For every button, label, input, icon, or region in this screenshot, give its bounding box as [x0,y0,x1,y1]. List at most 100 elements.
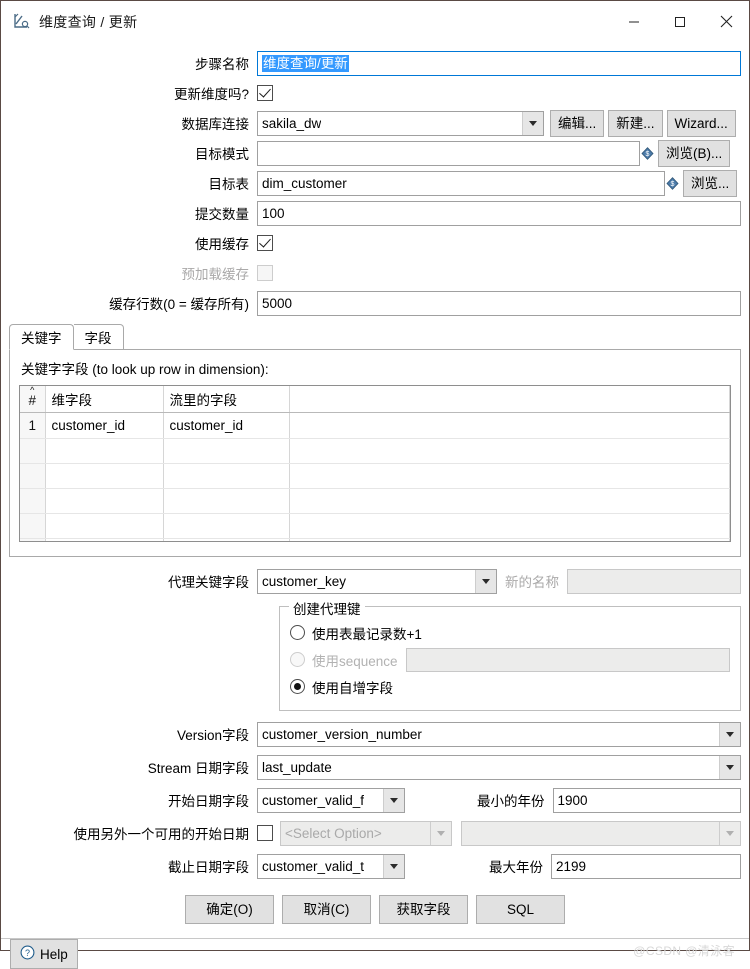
table-row-empty[interactable] [20,488,730,513]
alt-start-date-dropdown: <Select Option> [280,821,452,846]
cell-stream-field[interactable]: customer_id [163,412,289,438]
new-name-label: 新的名称 [497,571,567,591]
chevron-down-icon [383,789,404,812]
surrogate-key-value: customer_key [262,574,346,589]
min-year-label: 最小的年份 [405,790,553,810]
column-header-stream-field[interactable]: 流里的字段 [163,386,289,412]
chevron-down-icon [522,112,543,135]
radio-row-auto-increment[interactable]: 使用自增字段 [290,673,730,700]
tab-fields[interactable]: 字段 [74,324,124,350]
create-surrogate-key-title: 创建代理键 [289,598,365,618]
stream-date-label: Stream 日期字段 [9,757,257,777]
svg-text:$: $ [646,151,650,158]
max-year-input[interactable] [551,854,741,879]
new-connection-button[interactable]: 新建... [608,110,662,137]
tab-panel-keys: 关键字字段 (to look up row in dimension): ^ #… [9,349,741,557]
chevron-down-icon [430,822,451,845]
version-field-row: Version字段 customer_version_number [9,719,741,749]
connection-row: 数据库连接 sakila_dw 编辑... 新建... Wizard... [9,108,741,138]
chevron-down-icon [383,855,404,878]
browse-table-button[interactable]: 浏览... [683,170,737,197]
tab-strip: 关键字 字段 [9,324,741,350]
update-dimension-row: 更新维度吗? [9,78,741,108]
date-from-value: customer_valid_f [262,793,364,808]
surrogate-key-dropdown[interactable]: customer_key [257,569,497,594]
radio-auto-increment-label: 使用自增字段 [312,677,393,697]
preload-cache-checkbox [257,265,273,281]
version-field-value: customer_version_number [262,727,422,742]
table-row-empty[interactable] [20,438,730,463]
update-dimension-checkbox[interactable] [257,85,273,101]
close-button[interactable] [703,1,749,43]
new-name-input [567,569,741,594]
update-dimension-label: 更新维度吗? [9,83,257,103]
commit-size-input[interactable] [257,201,741,226]
ok-button[interactable]: 确定(O) [185,895,274,924]
minimize-button[interactable] [611,1,657,43]
radio-sequence [290,652,305,667]
connection-dropdown[interactable]: sakila_dw [257,111,544,136]
wizard-button[interactable]: Wizard... [667,110,736,137]
use-cache-row: 使用缓存 [9,228,741,258]
help-bar: ? Help @CSDN @清泳客 [1,939,749,969]
variable-diamond-icon: $ [640,144,655,162]
table-row[interactable]: 1 customer_id customer_id [20,412,730,438]
tab-section: 关键字 字段 关键字字段 (to look up row in dimensio… [9,324,741,557]
commit-size-label: 提交数量 [9,203,257,223]
radio-sequence-label: 使用sequence [312,650,398,670]
dimension-lookup-icon [11,11,33,33]
surrogate-key-label: 代理关键字段 [9,571,257,591]
cache-rows-input[interactable] [257,291,741,316]
cell-index: 1 [20,412,45,438]
tab-fields-label: 字段 [85,327,112,347]
action-buttons: 确定(O) 取消(C) 获取字段 SQL [9,895,741,924]
stream-date-dropdown[interactable]: last_update [257,755,741,780]
title-bar: 维度查询 / 更新 [1,1,749,43]
alt-start-date-label: 使用另外一个可用的开始日期 [9,823,257,843]
column-header-index[interactable]: ^ # [20,386,45,412]
min-year-input[interactable] [553,788,742,813]
table-row-empty[interactable] [20,513,730,538]
get-fields-button[interactable]: 获取字段 [379,895,468,924]
maximize-button[interactable] [657,1,703,43]
radio-auto-increment[interactable] [290,679,305,694]
stream-date-row: Stream 日期字段 last_update [9,752,741,782]
surrogate-key-row: 代理关键字段 customer_key 新的名称 [9,566,741,596]
date-to-dropdown[interactable]: customer_valid_t [257,854,405,879]
help-button[interactable]: ? Help [10,939,78,969]
tab-keys[interactable]: 关键字 [9,324,74,350]
table-row-empty[interactable] [20,463,730,488]
column-header-dim-field[interactable]: 维字段 [45,386,163,412]
radio-row-max-plus-one[interactable]: 使用表最记录数+1 [290,619,730,646]
chevron-down-icon [475,570,496,593]
table-header-row: ^ # 维字段 流里的字段 [20,386,730,412]
version-field-dropdown[interactable]: customer_version_number [257,722,741,747]
alt-start-date-checkbox[interactable] [257,825,273,841]
column-header-blank [289,386,730,412]
radio-max-plus-one[interactable] [290,625,305,640]
sql-button[interactable]: SQL [476,895,565,924]
edit-connection-button[interactable]: 编辑... [550,110,604,137]
connection-value: sakila_dw [262,116,321,131]
tab-keys-label: 关键字 [21,327,62,347]
date-from-dropdown[interactable]: customer_valid_f [257,788,405,813]
variable-diamond-icon: $ [665,174,680,192]
target-table-input[interactable] [257,171,665,196]
create-surrogate-key-group-wrap: 创建代理键 使用表最记录数+1 使用sequence 使用自增字段 [9,596,741,711]
alt-start-date-option: <Select Option> [285,826,382,841]
target-schema-input[interactable] [257,141,640,166]
browse-schema-button[interactable]: 浏览(B)... [658,140,730,167]
target-schema-label: 目标模式 [9,143,257,163]
cell-dim-field[interactable]: customer_id [45,412,163,438]
date-to-value: customer_valid_t [262,859,364,874]
table-body: 1 customer_id customer_id [20,412,730,542]
step-name-input[interactable] [257,51,741,76]
cache-rows-label: 缓存行数(0 = 缓存所有) [9,293,257,313]
svg-text:$: $ [671,181,675,188]
cancel-button[interactable]: 取消(C) [282,895,371,924]
commit-size-row: 提交数量 [9,198,741,228]
use-cache-checkbox[interactable] [257,235,273,251]
table-row-empty[interactable] [20,538,730,542]
key-fields-grid[interactable]: ^ # 维字段 流里的字段 1 customer_id [19,385,731,542]
cell-extra [289,412,730,438]
